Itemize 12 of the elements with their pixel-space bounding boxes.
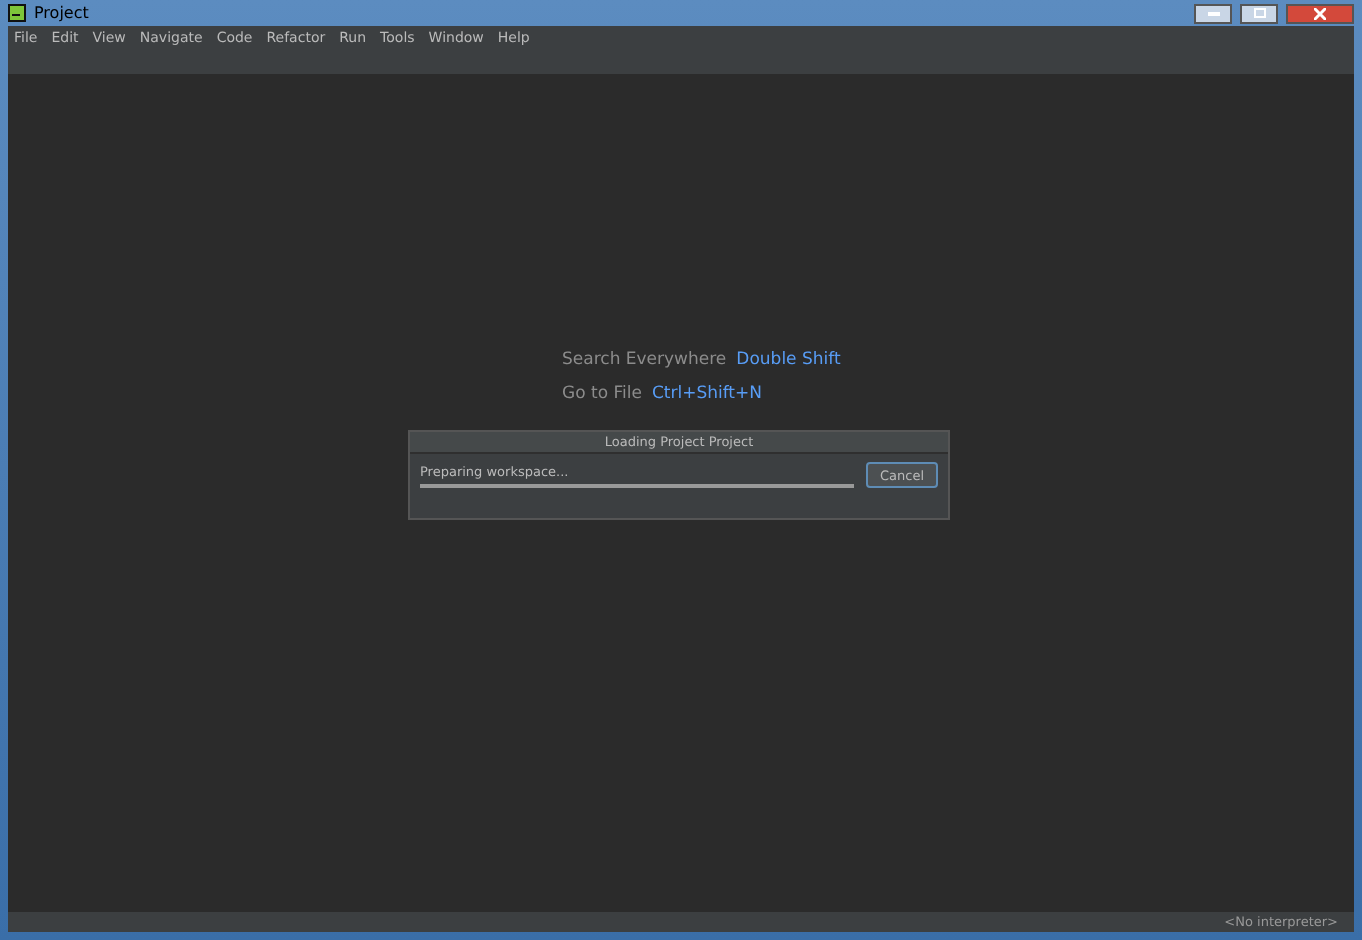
minimize-button[interactable]	[1194, 3, 1232, 23]
hint-shortcut: Double Shift	[736, 350, 841, 370]
close-icon	[1314, 7, 1326, 19]
hint-shortcut: Ctrl+Shift+N	[651, 384, 762, 404]
minimize-icon	[1207, 11, 1219, 15]
window-title: Project	[34, 4, 89, 22]
maximize-icon	[1253, 8, 1265, 18]
app-icon	[8, 4, 26, 22]
hint-label: Go to File	[562, 384, 642, 404]
close-button[interactable]	[1286, 3, 1354, 23]
maximize-button[interactable]	[1240, 3, 1278, 23]
hint-label: Search Everywhere	[562, 350, 727, 370]
